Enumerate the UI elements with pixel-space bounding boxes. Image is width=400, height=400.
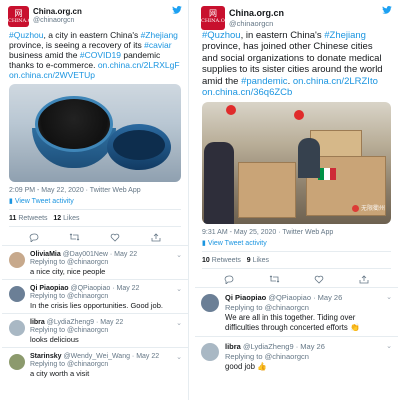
account-info[interactable]: China.org.cn @chinaorgcn xyxy=(229,8,284,28)
reply-item[interactable]: libra @LydiaZheng9 · May 26 Replying to … xyxy=(195,335,398,376)
account-name[interactable]: China.org.cn xyxy=(229,8,284,18)
tweet-header: 网 CHINA.ORG.CN China.org.cn @chinaorgcn xyxy=(2,0,188,30)
avatar[interactable] xyxy=(9,354,25,370)
replying-to: Replying to @chinaorgcn xyxy=(225,351,309,361)
red-lantern xyxy=(226,105,236,116)
avatar[interactable] xyxy=(9,252,25,268)
tweet-actions xyxy=(2,227,188,245)
reply-author[interactable]: Starinsky xyxy=(30,353,62,360)
avatar[interactable] xyxy=(201,294,219,313)
tweet-actions xyxy=(195,269,398,287)
worker xyxy=(204,142,234,225)
account-name[interactable]: China.org.cn xyxy=(33,7,82,16)
reply-item[interactable]: Starinsky @Wendy_Wei_Wang · May 22 Reply… xyxy=(2,347,188,381)
chevron-down-icon[interactable]: ⌄ xyxy=(176,285,182,293)
hashtag-zhejiang[interactable]: #Zhejiang xyxy=(141,30,178,40)
hashtag-zhejiang[interactable]: #Zhejiang xyxy=(324,30,366,41)
reply-icon[interactable] xyxy=(223,274,235,284)
tweet-link-1[interactable]: on.china.cn/2LRZIto xyxy=(293,76,378,87)
reply-item[interactable]: OliviaMia @Day001New · May 22 Replying t… xyxy=(2,245,188,279)
replying-to: Replying to @chinaorgcn xyxy=(30,293,109,300)
tweet-link-2[interactable]: on.china.cn/2WVETUp xyxy=(9,70,95,80)
view-tweet-activity[interactable]: ▮ View Tweet activity xyxy=(2,194,188,205)
replying-to: Replying to @chinaorgcn xyxy=(30,259,109,266)
avatar[interactable] xyxy=(201,342,219,361)
thumbs-up-emoji-icon: 👍 xyxy=(257,361,267,371)
hashtag-quzhou[interactable]: #Quzhou xyxy=(202,30,241,41)
tweet-stats: 11 Retweets 12 Likes xyxy=(9,215,80,222)
twitter-bird-icon xyxy=(172,6,182,14)
retweet-icon[interactable] xyxy=(268,274,280,284)
watermark: 无限衢州 xyxy=(351,203,385,213)
hashtag-pandemic[interactable]: #pandemic xyxy=(241,76,287,87)
activity-icon: ▮ xyxy=(9,198,13,205)
tweet-text: #Quzhou, in eastern China's #Zhejiang pr… xyxy=(202,30,383,99)
view-tweet-activity[interactable]: ▮ View Tweet activity xyxy=(195,236,398,247)
replying-to: Replying to @chinaorgcn xyxy=(30,361,109,368)
red-lantern xyxy=(294,110,304,121)
twitter-bird-icon xyxy=(382,6,392,14)
hashtag-caviar[interactable]: #caviar xyxy=(144,40,171,50)
chevron-down-icon[interactable]: ⌄ xyxy=(176,353,182,361)
reply-item[interactable]: Qi Piaopiao @QPiaopiao · May 22 Replying… xyxy=(2,279,188,313)
china-org-logo[interactable]: 网 CHINA.ORG.CN xyxy=(201,6,242,30)
share-icon[interactable] xyxy=(150,232,162,242)
tweet-timestamp[interactable]: 9:31 AM - May 25, 2020 · Twitter Web App xyxy=(195,224,398,236)
medical-supplies-photo[interactable]: 无限衢州 xyxy=(202,102,391,225)
tweet-stats: 10 Retweets 9 Likes xyxy=(202,257,269,265)
watermark-logo-icon xyxy=(351,205,359,213)
tweet-text: #Quzhou, a city in eastern China's #Zhej… xyxy=(9,30,180,80)
reply-text: We are all in this together. Tiding over… xyxy=(225,313,360,333)
tweet-timestamp[interactable]: 2:09 PM - May 22, 2020 · Twitter Web App xyxy=(2,182,188,194)
account-info[interactable]: China.org.cn @chinaorgcn xyxy=(33,7,82,24)
account-handle[interactable]: @chinaorgcn xyxy=(229,19,284,28)
tweet-left: 网 CHINA.ORG.CN China.org.cn @chinaorgcn … xyxy=(2,0,189,400)
hashtag-quzhou[interactable]: #Quzhou xyxy=(9,30,44,40)
reply-item[interactable]: libra @LydiaZheng9 · May 22 Replying to … xyxy=(2,313,188,347)
retweets-label[interactable]: Retweets xyxy=(212,257,241,264)
chevron-down-icon[interactable]: ⌄ xyxy=(176,319,182,327)
tweet-link-1[interactable]: on.china.cn/2LRXLgF xyxy=(98,60,180,70)
likes-label[interactable]: Likes xyxy=(253,257,269,264)
activity-icon: ▮ xyxy=(202,240,206,248)
account-handle[interactable]: @chinaorgcn xyxy=(33,17,82,24)
avatar[interactable] xyxy=(9,286,25,302)
reply-author[interactable]: Qi Piaopiao xyxy=(225,293,266,302)
share-icon[interactable] xyxy=(358,274,370,284)
like-icon[interactable] xyxy=(313,274,325,284)
replying-to: Replying to @chinaorgcn xyxy=(225,303,309,313)
reply-text: a city worth a visit xyxy=(30,369,90,378)
tin-lid-inner xyxy=(113,130,165,160)
italy-flag xyxy=(318,168,336,181)
chevron-down-icon[interactable]: ⌄ xyxy=(386,342,392,350)
caviar-tin xyxy=(35,96,113,152)
tweet-right: 网 CHINA.ORG.CN China.org.cn @chinaorgcn … xyxy=(195,0,398,400)
caviar-photo[interactable] xyxy=(9,84,181,182)
likes-label[interactable]: Likes xyxy=(63,215,79,222)
avatar[interactable] xyxy=(9,320,25,336)
reply-author[interactable]: OliviaMia xyxy=(30,251,61,258)
china-org-logo[interactable]: 网 CHINA.ORG.CN xyxy=(8,6,49,27)
reply-icon[interactable] xyxy=(28,232,40,242)
retweets-label[interactable]: Retweets xyxy=(18,215,47,222)
cardboard-box xyxy=(238,162,296,219)
reply-text: a nice city, nice people xyxy=(30,267,106,276)
retweet-icon[interactable] xyxy=(69,232,81,242)
like-icon[interactable] xyxy=(109,232,121,242)
reply-author[interactable]: Qi Piaopiao xyxy=(30,285,69,292)
reply-text: good job 👍 xyxy=(225,361,267,371)
reply-author[interactable]: libra xyxy=(225,342,241,351)
clap-emoji-icon: 👏 xyxy=(349,323,360,333)
chevron-down-icon[interactable]: ⌄ xyxy=(176,251,182,259)
tweet-link-2[interactable]: on.china.cn/36q6ZCb xyxy=(202,87,292,98)
reply-text: looks delicious xyxy=(30,335,79,344)
worker xyxy=(298,138,320,179)
hashtag-covid19[interactable]: #COVID19 xyxy=(80,50,121,60)
replying-to: Replying to @chinaorgcn xyxy=(30,327,109,334)
reply-author[interactable]: libra xyxy=(30,319,45,326)
tweet-header: 网 CHINA.ORG.CN China.org.cn @chinaorgcn xyxy=(195,0,398,30)
chevron-down-icon[interactable]: ⌄ xyxy=(386,293,392,301)
reply-item[interactable]: Qi Piaopiao @QPiaopiao · May 26 Replying… xyxy=(195,287,398,335)
reply-text: In the crisis lies opportunities. Good j… xyxy=(30,301,163,310)
